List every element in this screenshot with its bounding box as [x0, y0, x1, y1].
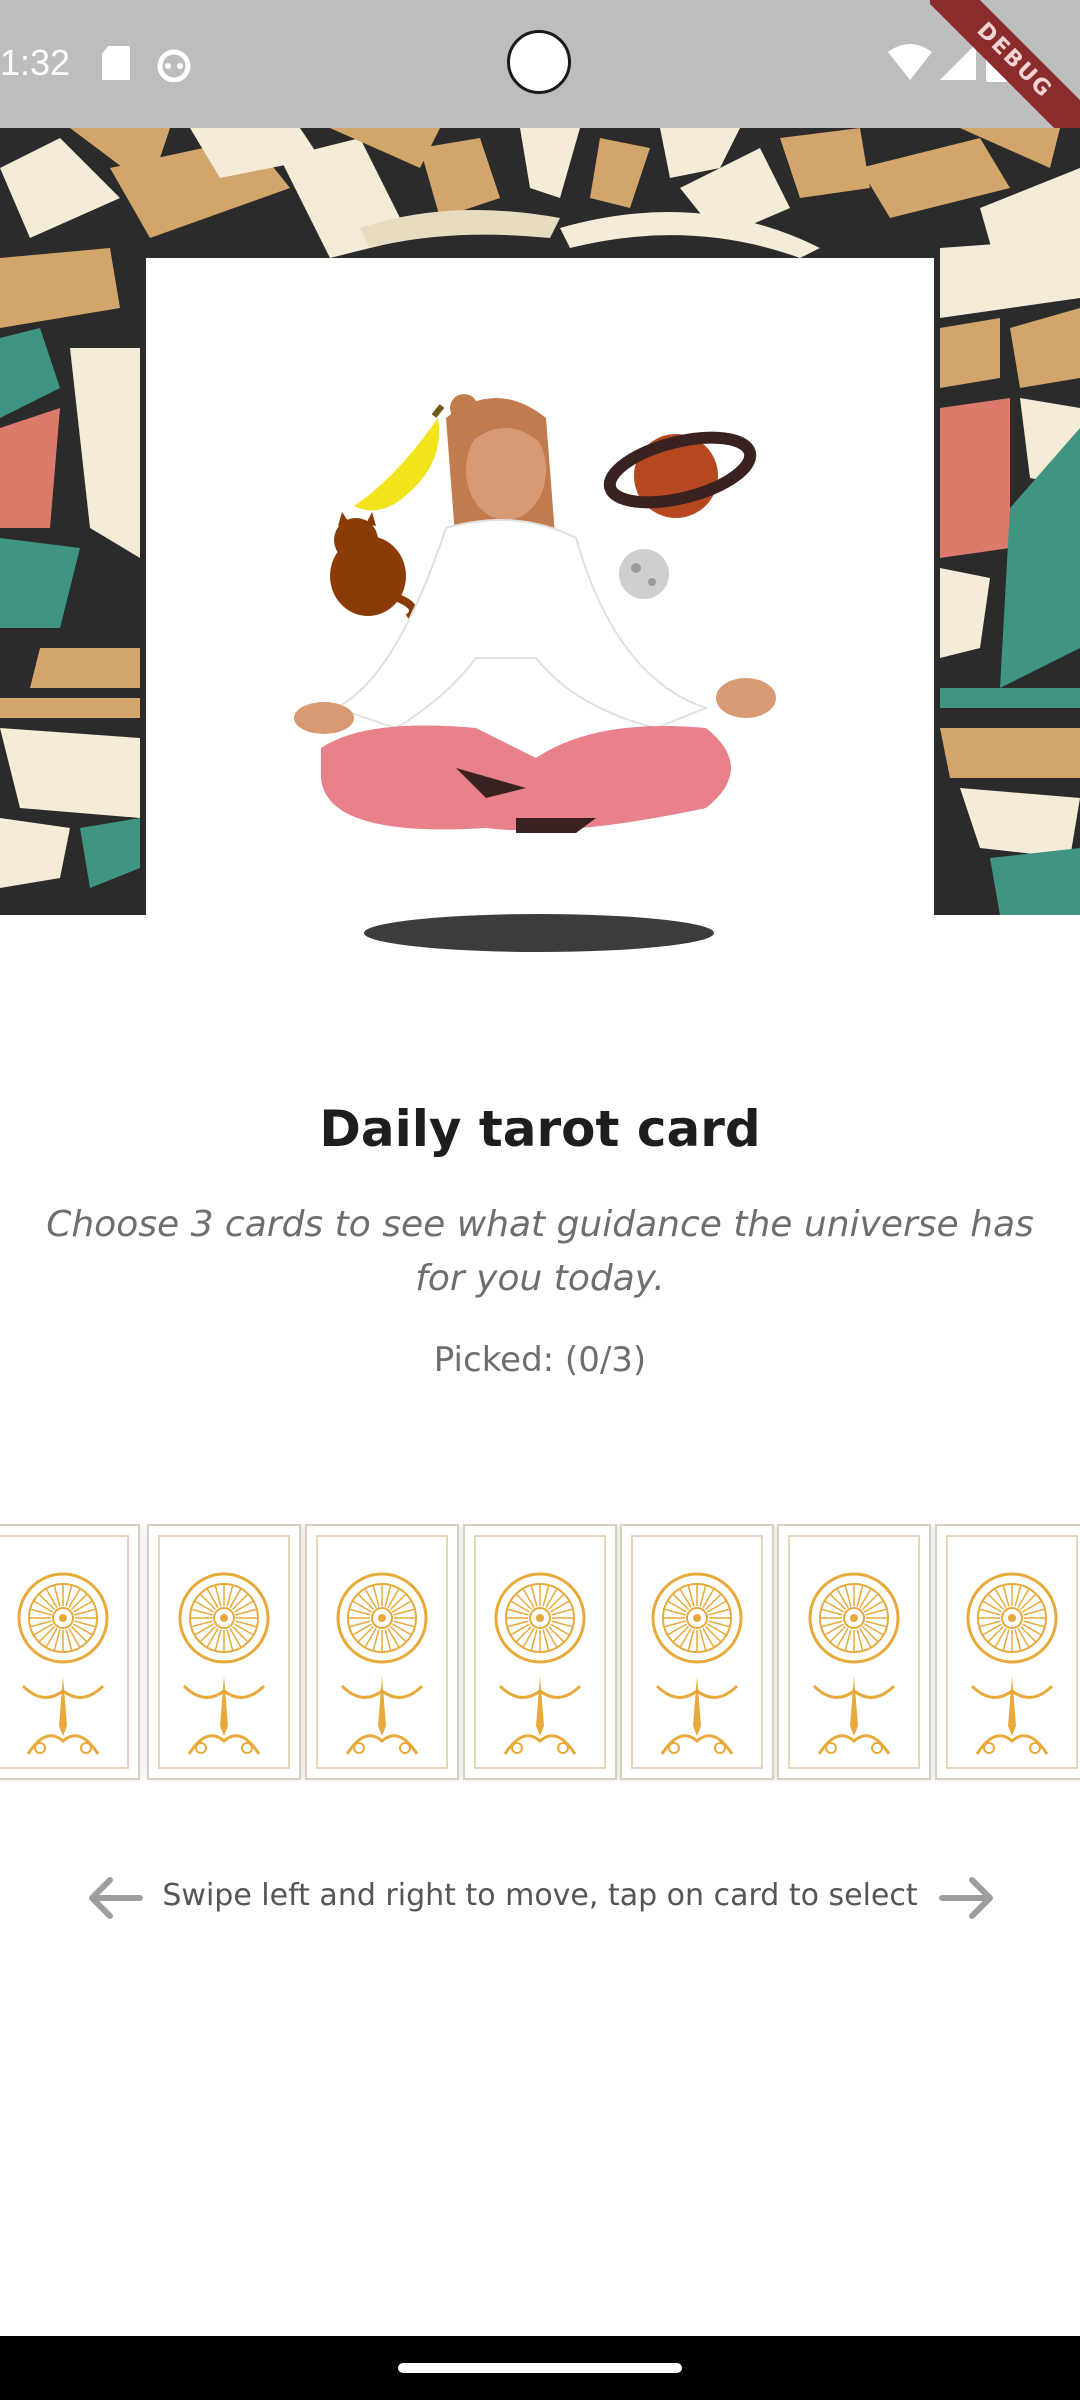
tarot-card[interactable]	[935, 1524, 1080, 1780]
tarot-card[interactable]	[620, 1524, 774, 1780]
tarot-card-carousel[interactable]	[0, 1524, 1080, 1782]
tarot-card[interactable]	[777, 1524, 931, 1780]
card-back-design	[158, 1535, 290, 1769]
tarot-card[interactable]	[0, 1524, 140, 1780]
page-title: Daily tarot card	[319, 1100, 761, 1158]
battery-icon	[986, 40, 1008, 82]
card-back-design	[0, 1535, 129, 1769]
android-icon	[157, 49, 191, 82]
page-subtitle: Choose 3 cards to see what guidance the …	[46, 1204, 1034, 1299]
tarot-card[interactable]	[147, 1524, 301, 1780]
sd-card-icon	[102, 46, 130, 80]
wifi-icon	[888, 44, 932, 80]
card-back-design	[474, 1535, 606, 1769]
card-back-design	[631, 1535, 763, 1769]
card-back-design	[788, 1535, 920, 1769]
camera-cutout	[507, 30, 571, 94]
swipe-hint-text: Swipe left and right to move, tap on car…	[162, 1878, 918, 1913]
picked-counter: Picked: (0/3)	[433, 1340, 647, 1380]
levitation-shadow	[364, 914, 714, 952]
arrow-right-icon	[939, 1877, 993, 1919]
meditating-woman-illustration	[294, 394, 776, 833]
status-time: 1:32	[0, 42, 71, 83]
tarot-card[interactable]	[305, 1524, 459, 1780]
card-back-design	[946, 1535, 1078, 1769]
signal-icon	[940, 44, 976, 80]
swipe-hint: Swipe left and right to move, tap on car…	[0, 1868, 1080, 1928]
status-bar: 1:32	[0, 0, 1080, 128]
card-back-design	[316, 1535, 448, 1769]
home-gesture-handle[interactable]	[398, 2363, 682, 2373]
tarot-card[interactable]	[463, 1524, 617, 1780]
meditation-illustration-panel	[146, 258, 934, 915]
arrow-left-icon	[89, 1877, 143, 1919]
